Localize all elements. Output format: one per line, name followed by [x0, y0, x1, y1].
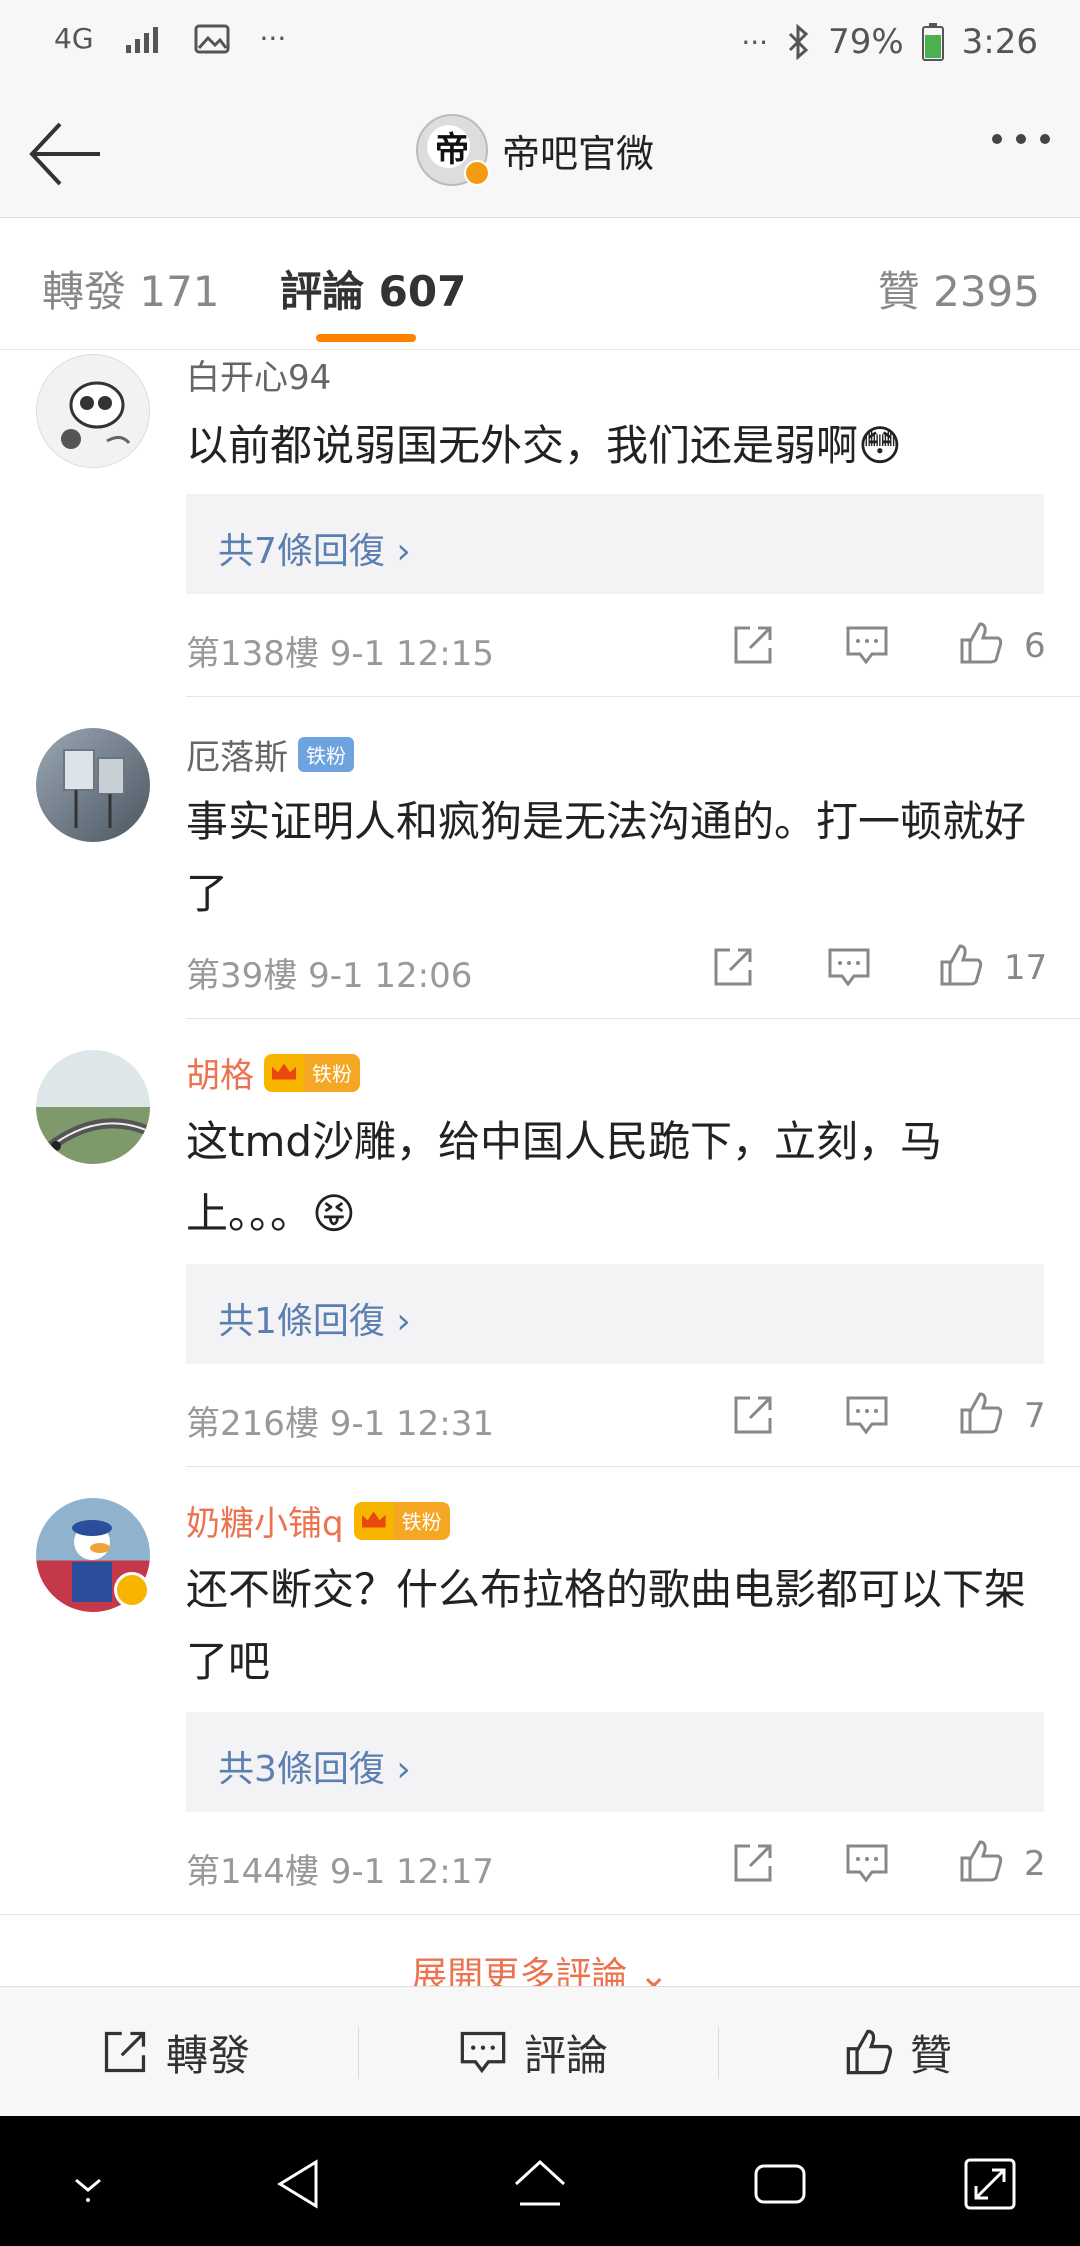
vip-crown-badge: 铁粉 — [264, 1053, 360, 1092]
bottom-action-bar: 轉發 評論 贊 — [0, 1986, 1080, 2116]
verified-icon — [464, 160, 490, 186]
recent-apps-icon[interactable] — [752, 2156, 808, 2212]
view-replies-button[interactable]: 共1條回復 › — [186, 1264, 1044, 1364]
bluetooth-icon — [789, 24, 809, 60]
like-icon[interactable] — [958, 620, 1004, 666]
like-icon — [846, 2029, 892, 2075]
like-count: 17 — [1004, 948, 1048, 988]
comment-meta: 第144樓 9-1 12:17 — [186, 1852, 495, 1892]
expand-icon[interactable] — [962, 2156, 1018, 2212]
more-menu-icon[interactable] — [992, 134, 1050, 144]
view-replies-button[interactable]: 共7條回復 › — [186, 494, 1044, 594]
gallery-icon — [194, 24, 230, 53]
comment-username[interactable]: 厄落斯 铁粉 — [186, 730, 354, 779]
comment-text: 这tmd沙雕，给中国人民跪下，立刻，马上。。。😝 — [186, 1117, 943, 1238]
comment-text: 事实证明人和疯狗是无法沟通的。打一顿就好了 — [186, 797, 1027, 918]
comment-button[interactable]: 評論 — [458, 1987, 608, 2117]
like-count: 6 — [1024, 626, 1046, 666]
network-type: 4G — [54, 22, 94, 55]
divider — [186, 696, 1080, 697]
divider — [186, 1466, 1080, 1467]
comment-text: 以前都说弱国无外交，我们还是弱啊😳 — [186, 421, 902, 470]
system-navigation-bar — [0, 2116, 1080, 2246]
like-count: 2 — [1024, 1844, 1046, 1884]
comment-icon[interactable] — [844, 1840, 890, 1886]
share-icon[interactable] — [730, 622, 776, 668]
share-icon[interactable] — [730, 1392, 776, 1438]
like-icon[interactable] — [958, 1838, 1004, 1884]
comment-meta: 第216樓 9-1 12:31 — [186, 1404, 495, 1444]
divider — [186, 1018, 1080, 1019]
like-button[interactable]: 贊 — [844, 1987, 952, 2117]
comment-username[interactable]: 白开心94 — [186, 350, 331, 399]
comment-icon[interactable] — [844, 1392, 890, 1438]
overflow-right: ··· — [741, 25, 769, 59]
like-count: 7 — [1024, 1396, 1046, 1436]
title-bar: 帝 帝吧官微 — [0, 90, 1080, 218]
user-avatar[interactable] — [36, 1050, 150, 1164]
share-icon[interactable] — [710, 944, 756, 990]
like-icon[interactable] — [958, 1390, 1004, 1436]
signal-icon — [125, 26, 158, 53]
divider — [718, 2027, 719, 2079]
hide-keyboard-icon[interactable] — [60, 2156, 116, 2212]
share-icon[interactable] — [730, 1840, 776, 1886]
comment-username[interactable]: 奶糖小铺q 铁粉 — [186, 1496, 450, 1545]
back-arrow-icon[interactable] — [24, 118, 104, 190]
crown-icon — [353, 1501, 394, 1540]
user-avatar[interactable] — [36, 354, 150, 468]
divider — [0, 1914, 1080, 1915]
account-header[interactable]: 帝 帝吧官微 — [416, 114, 654, 186]
tab-reposts[interactable]: 轉發 171 — [42, 258, 220, 319]
user-avatar[interactable] — [36, 1498, 150, 1612]
status-bar: 4G ··· ··· 79% 3:26 — [0, 0, 1080, 90]
comment-meta: 第39樓 9-1 12:06 — [186, 956, 473, 996]
vip-crown-badge: 铁粉 — [353, 1501, 450, 1540]
account-avatar[interactable]: 帝 — [416, 114, 490, 186]
comment-username[interactable]: 胡格 铁粉 — [186, 1048, 360, 1097]
comment-icon[interactable] — [826, 944, 872, 990]
active-tab-indicator — [316, 334, 416, 342]
user-avatar[interactable] — [36, 728, 150, 842]
tab-bar: 轉發 171 評論 607 贊 2395 — [0, 218, 1080, 350]
crown-icon — [264, 1053, 304, 1092]
comment-text: 还不断交？什么布拉格的歌曲电影都可以下架了吧 — [186, 1565, 1027, 1686]
verified-icon — [114, 1572, 150, 1608]
share-icon — [104, 2031, 146, 2073]
divider — [358, 2027, 359, 2079]
tab-likes[interactable]: 贊 2395 — [878, 258, 1040, 319]
clock: 3:26 — [961, 22, 1038, 62]
home-icon[interactable] — [512, 2156, 568, 2212]
repost-button[interactable]: 轉發 — [100, 1987, 250, 2117]
view-replies-button[interactable]: 共3條回復 › — [186, 1712, 1044, 1812]
back-icon[interactable] — [272, 2156, 328, 2212]
comment-icon[interactable] — [844, 622, 890, 668]
battery-percent: 79% — [828, 22, 904, 62]
page-title: 帝吧官微 — [502, 131, 655, 176]
overflow-left: ··· — [259, 22, 287, 55]
tab-comments[interactable]: 評論 607 — [280, 258, 466, 319]
comment-meta: 第138樓 9-1 12:15 — [186, 634, 495, 674]
fan-badge: 铁粉 — [298, 737, 354, 772]
comment-icon — [460, 2031, 506, 2074]
battery-icon — [921, 23, 944, 61]
like-icon[interactable] — [938, 942, 984, 988]
